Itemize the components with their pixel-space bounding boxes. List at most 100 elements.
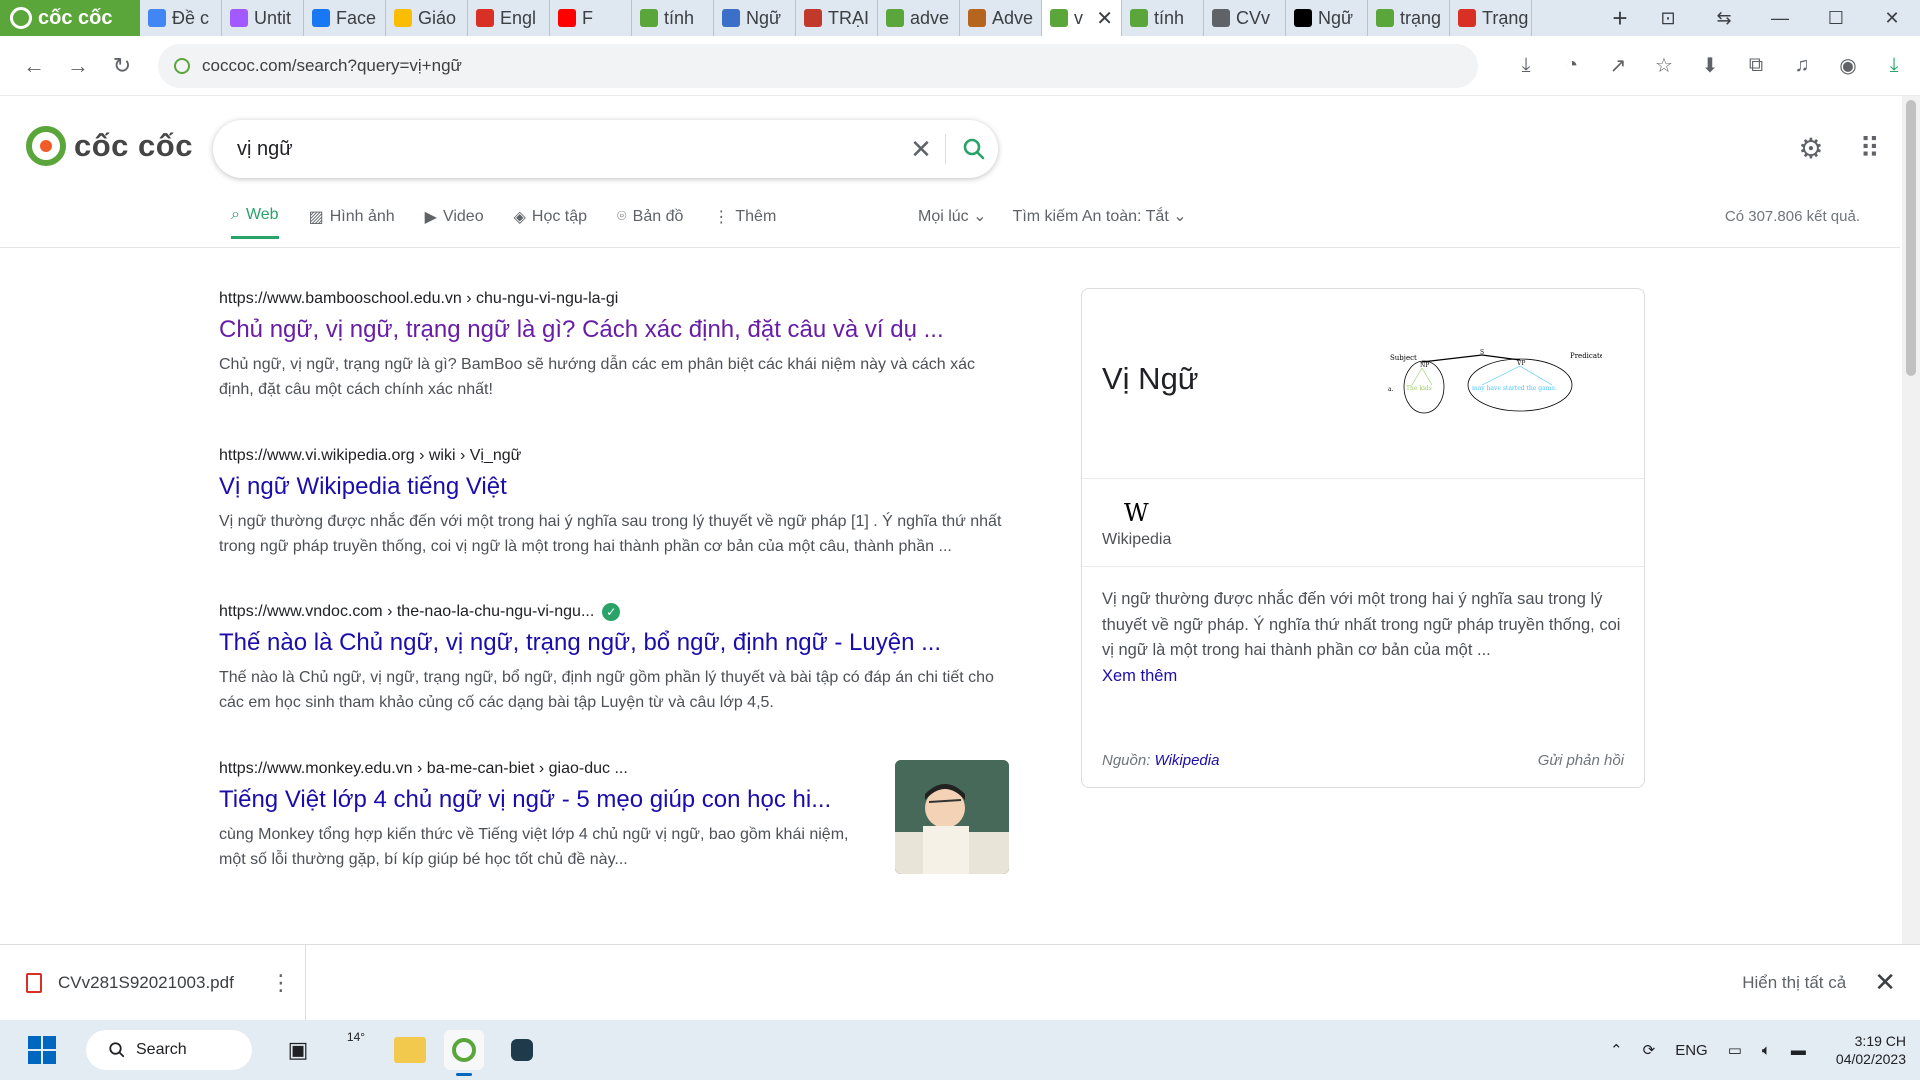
profile-icon[interactable]: ◉ <box>1832 50 1864 82</box>
tab-label: Hình ảnh <box>329 207 395 225</box>
result-path: › ba-me-can-biet › giao-duc ... <box>412 759 628 777</box>
tab-map-pin[interactable]: ⌾ Bản đồ <box>617 206 683 239</box>
browser-tab[interactable]: tính <box>1122 0 1204 36</box>
browser-tab[interactable]: trạng <box>1368 0 1450 36</box>
tab-video[interactable]: ▶ Video <box>425 206 484 239</box>
coccoc-icon <box>1050 9 1068 27</box>
browser-tab[interactable]: Đề c <box>140 0 222 36</box>
windows-taskbar: Search ▣ 14° ⌃ ⟳ ENG ▭ 🔈︎ ▬ 3:19 CH 04/0… <box>0 1020 1920 1080</box>
browser-tab[interactable]: Ngữ <box>714 0 796 36</box>
browser-tab[interactable]: v ✕ <box>1042 0 1122 36</box>
tab-more-vertical[interactable]: ⋮ Thêm <box>713 206 776 239</box>
close-tab-icon[interactable]: ✕ <box>1096 6 1113 31</box>
browser-tab[interactable]: Untit <box>222 0 304 36</box>
taskbar-search[interactable]: Search <box>86 1030 252 1070</box>
result-url[interactable]: https://www.monkey.edu.vn › ba-me-can-bi… <box>219 760 869 778</box>
coccoc-taskbar-icon[interactable] <box>444 1030 484 1076</box>
toolbar-icons: ⤓ ◔ ↗ ☆ ⬇ ⧉ ♫ ◉ ⤓ <box>1510 50 1910 82</box>
browser-tab[interactable]: Engl <box>468 0 550 36</box>
performance-icon[interactable]: ◔ <box>1556 50 1588 82</box>
browser-tab[interactable]: Adve <box>960 0 1042 36</box>
diagram-np-words: The kids <box>1406 385 1432 392</box>
tab-search[interactable]: ⌕ Web <box>231 206 279 239</box>
result-url[interactable]: https://www.bambooschool.edu.vn › chu-ng… <box>219 290 1009 308</box>
share-icon[interactable]: ↗ <box>1602 50 1634 82</box>
result-url[interactable]: https://www.vndoc.com › the-nao-la-chu-n… <box>219 603 1009 622</box>
savior-download-icon[interactable]: ⬇ <box>1694 50 1726 82</box>
reload-button[interactable]: ↻ <box>100 53 144 79</box>
sync-icon[interactable]: ⟳ <box>1643 1041 1656 1059</box>
task-view-icon[interactable]: ▣ <box>278 1030 318 1070</box>
browser-tab[interactable]: TRẠI <box>796 0 878 36</box>
tab-search-icon[interactable]: ⊡ <box>1640 8 1696 29</box>
result-title-link[interactable]: Vị ngữ Wikipedia tiếng Việt <box>219 473 1009 501</box>
coccoc-home-logo[interactable]: cốc cốc <box>26 126 193 166</box>
tab-graduation[interactable]: ◈ Học tập <box>514 206 587 239</box>
safe-search-dropdown[interactable]: Tìm kiếm An toàn: Tắt ⌄ <box>1013 206 1187 226</box>
show-all-downloads-button[interactable]: Hiển thị tất cả <box>1742 973 1846 993</box>
back-button[interactable]: ← <box>12 53 56 79</box>
browser-tab[interactable]: adve <box>878 0 960 36</box>
browser-tab[interactable]: Trạng <box>1450 0 1532 36</box>
install-icon[interactable]: ⤓ <box>1510 50 1542 82</box>
maximize-button[interactable]: ☐ <box>1808 8 1864 29</box>
chevron-up-icon[interactable]: ⌃ <box>1610 1041 1623 1059</box>
result-thumbnail[interactable] <box>895 759 1009 874</box>
network-icon[interactable]: ▭ <box>1728 1041 1742 1059</box>
app-taskbar-icon[interactable] <box>502 1030 542 1070</box>
result-path: › wiki › Vị_ngữ <box>414 446 522 464</box>
download-options-icon[interactable]: ⋮ <box>270 970 292 996</box>
language-indicator[interactable]: ENG <box>1675 1042 1708 1059</box>
wikipedia-icon <box>1294 9 1312 27</box>
see-more-link[interactable]: Xem thêm <box>1102 664 1624 690</box>
address-bar[interactable]: coccoc.com/search?query=vị+ngữ <box>158 43 1478 88</box>
apps-grid-icon[interactable]: ⠿ <box>1859 132 1880 165</box>
file-explorer-icon[interactable] <box>394 1037 426 1063</box>
source-link[interactable]: Wikipedia <box>1155 752 1220 769</box>
more-vertical-icon: ⋮ <box>713 208 730 226</box>
forward-button[interactable]: → <box>56 53 100 79</box>
result-title-link[interactable]: Chủ ngữ, vị ngữ, trạng ngữ là gì? Cách x… <box>219 316 1009 344</box>
result-url[interactable]: https://www.vi.wikipedia.org › wiki › Vị… <box>219 447 1009 465</box>
settings-gear-icon[interactable]: ⚙ <box>1798 132 1823 165</box>
battery-icon[interactable]: ▬ <box>1791 1042 1806 1059</box>
weather-widget[interactable]: 14° <box>336 1030 376 1070</box>
downloads-icon[interactable]: ⤓ <box>1878 50 1910 82</box>
syntax-tree-image[interactable]: Subject Predicate S NP VP a. The kids ma… <box>1382 349 1602 429</box>
site-info-icon[interactable] <box>174 57 190 74</box>
clear-search-icon[interactable]: ✕ <box>901 134 941 165</box>
close-download-shelf-icon[interactable]: ✕ <box>1874 967 1896 998</box>
browser-tab[interactable]: tính <box>632 0 714 36</box>
minimize-button[interactable]: — <box>1752 8 1808 29</box>
browser-tab[interactable]: F <box>550 0 632 36</box>
tab-image[interactable]: ▨ Hình ảnh <box>309 206 395 239</box>
search-input[interactable]: vị ngữ <box>237 138 901 161</box>
bookmark-star-icon[interactable]: ☆ <box>1648 50 1680 82</box>
browser-tab[interactable]: Ngữ <box>1286 0 1368 36</box>
browser-tab[interactable]: Face <box>304 0 386 36</box>
extensions-icon[interactable]: ⧉ <box>1740 50 1772 82</box>
browser-brand: cốc cốc <box>38 6 113 29</box>
browser-toolbar: ← → ↻ coccoc.com/search?query=vị+ngữ ⤓ ◔… <box>0 36 1920 96</box>
browser-tab[interactable]: CVv <box>1204 0 1286 36</box>
browser-tab[interactable]: Giáo <box>386 0 468 36</box>
time-filter-dropdown[interactable]: Mọi lúc ⌄ <box>918 206 987 226</box>
page-scrollbar[interactable] <box>1902 96 1920 944</box>
search-button[interactable] <box>950 137 998 161</box>
close-window-button[interactable]: ✕ <box>1864 8 1920 29</box>
knowledge-panel-source[interactable]: W Wikipedia <box>1082 479 1644 567</box>
result-title-link[interactable]: Tiếng Việt lớp 4 chủ ngữ vị ngữ - 5 mẹo … <box>219 786 869 814</box>
result-path: › the-nao-la-chu-ngu-vi-ngu... <box>382 603 595 621</box>
browser-menu-button[interactable]: cốc cốc <box>0 0 140 36</box>
back-forward-cache-icon[interactable]: ⇆ <box>1696 8 1752 29</box>
start-button[interactable] <box>28 1036 56 1064</box>
new-tab-button[interactable]: + <box>1600 0 1640 36</box>
app-icon <box>722 9 740 27</box>
clock[interactable]: 3:19 CH 04/02/2023 <box>1836 1032 1906 1068</box>
download-item[interactable]: CVv281S92021003.pdf ⋮ <box>0 944 306 1021</box>
media-icon[interactable]: ♫ <box>1786 50 1818 82</box>
result-title-link[interactable]: Thế nào là Chủ ngữ, vị ngữ, trạng ngữ, b… <box>219 629 1009 657</box>
send-feedback-link[interactable]: Gửi phản hồi <box>1538 752 1624 769</box>
scrollbar-thumb[interactable] <box>1906 100 1916 376</box>
volume-icon[interactable]: 🔈︎ <box>1762 1042 1771 1059</box>
